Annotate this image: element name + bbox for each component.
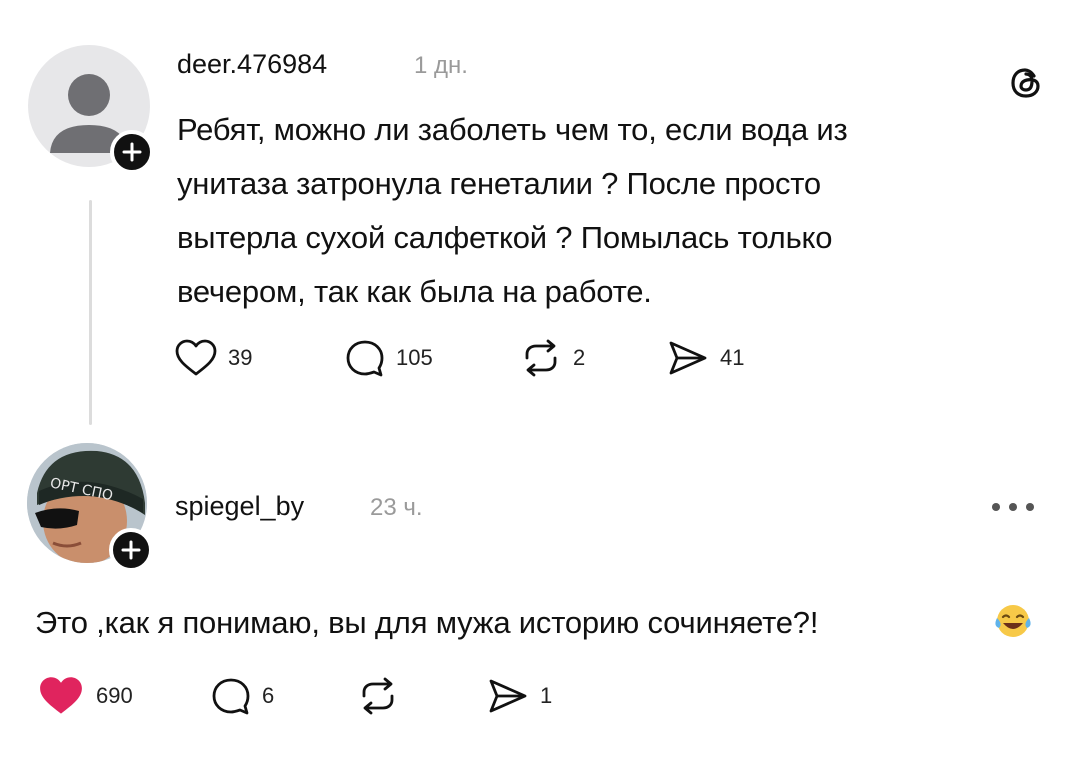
repost-count: 2 xyxy=(573,345,586,370)
plus-icon xyxy=(122,142,142,162)
post-text-line-3: вытерла сухой салфеткой ? Помылась тольк… xyxy=(177,220,833,255)
reply-like-count: 690 xyxy=(96,683,133,708)
share-count: 41 xyxy=(720,345,745,370)
post-time: 1 дн. xyxy=(414,52,468,79)
send-icon xyxy=(489,679,527,713)
post-text-line-1: Ребят, можно ли заболеть чем то, если во… xyxy=(177,112,848,147)
comment-count: 105 xyxy=(396,345,433,370)
repost-button[interactable]: 2 xyxy=(519,338,585,378)
thread-line xyxy=(89,200,92,425)
reply-time: 23 ч. xyxy=(370,494,423,521)
reply-like-button[interactable]: 690 xyxy=(36,674,133,718)
comment-button[interactable]: 105 xyxy=(344,338,433,378)
post-text-line-4: вечером, так как была на работе. xyxy=(177,274,652,309)
reply-comment-button[interactable]: 6 xyxy=(210,676,274,716)
reply-repost-button[interactable] xyxy=(356,676,400,716)
comment-icon xyxy=(346,340,384,377)
post-username[interactable]: deer.476984 xyxy=(177,49,327,80)
laughing-tears-emoji-icon xyxy=(993,602,1033,645)
like-count: 39 xyxy=(228,345,253,370)
like-button[interactable]: 39 xyxy=(174,338,252,378)
reply-share-button[interactable]: 1 xyxy=(486,676,552,716)
follow-plus-button[interactable] xyxy=(110,130,154,174)
comment-icon xyxy=(212,678,250,715)
more-dots-icon[interactable] xyxy=(990,500,1036,518)
reply-username[interactable]: spiegel_by xyxy=(175,491,304,522)
repost-icon xyxy=(362,677,394,715)
send-icon xyxy=(669,341,707,375)
post-text-line-2: унитаза затронула генеталии ? После прос… xyxy=(177,166,821,201)
share-button[interactable]: 41 xyxy=(666,338,744,378)
reply-share-count: 1 xyxy=(540,683,553,708)
heart-filled-icon xyxy=(40,677,82,714)
repost-icon xyxy=(525,339,557,377)
follow-plus-button-reply[interactable] xyxy=(109,528,153,572)
reply-text: Это ,как я понимаю, вы для мужа историю … xyxy=(35,605,819,640)
plus-icon xyxy=(121,540,141,560)
heart-icon xyxy=(175,339,217,376)
reply-comment-count: 6 xyxy=(262,683,275,708)
threads-logo-icon[interactable] xyxy=(1008,65,1044,106)
